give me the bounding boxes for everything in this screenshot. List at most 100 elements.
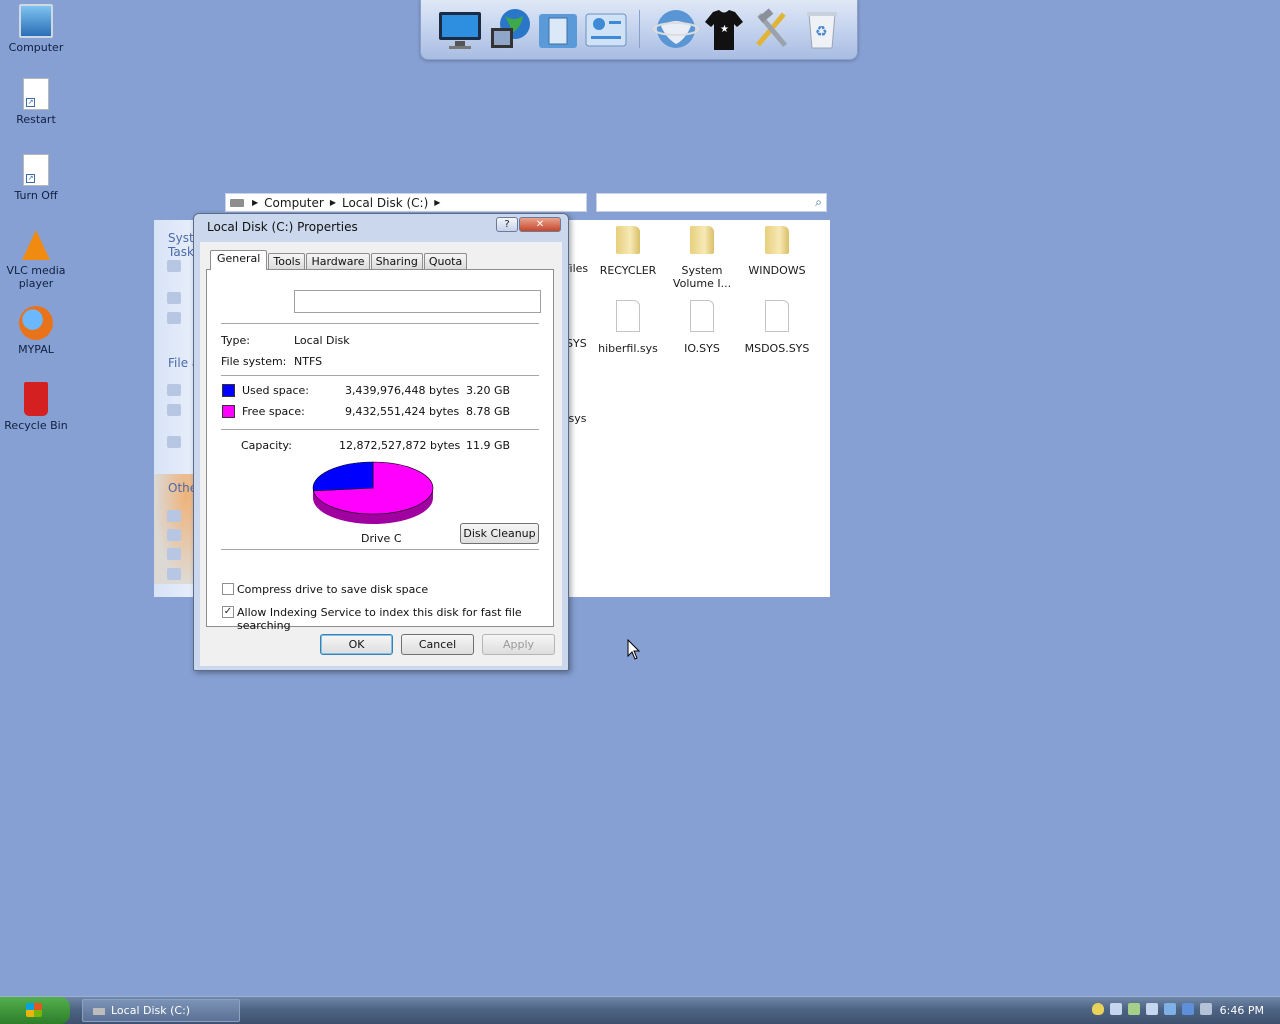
vlc-cone-icon	[22, 230, 50, 260]
folder-icon	[616, 226, 640, 254]
folder-icon	[690, 226, 714, 254]
tshirt-icon[interactable]: ★	[701, 6, 747, 52]
free-space-gb: 8.78 GB	[466, 405, 511, 418]
address-bar[interactable]: ▶ Computer ▶ Local Disk (C:) ▶	[225, 193, 587, 212]
divider	[221, 323, 539, 324]
tab-quota[interactable]: Quota	[423, 253, 468, 270]
keyboard-icon[interactable]	[1200, 1003, 1212, 1015]
tab-tools[interactable]: Tools	[268, 253, 306, 270]
free-space-label: Free space:	[242, 405, 305, 418]
tab-strip: General Tools Hardware Sharing Quota	[210, 250, 468, 270]
desktop-icon-mypal[interactable]: MYPAL	[4, 306, 68, 356]
shortcut-document-icon: ↗	[23, 78, 49, 110]
clock[interactable]: 6:46 PM	[1220, 1004, 1264, 1017]
drive-icon	[230, 198, 244, 207]
partial-label: SYS	[566, 337, 587, 350]
task-icon	[167, 529, 181, 541]
browser-icon	[19, 306, 53, 340]
file-item-msdos-sys[interactable]: MSDOS.SYS	[735, 300, 819, 355]
task-icon	[167, 404, 181, 416]
disk-cleanup-button[interactable]: Disk Cleanup	[460, 523, 539, 544]
apply-button: Apply	[482, 634, 555, 655]
desktop-icon-turn-off[interactable]: ↗ Turn Off	[4, 154, 68, 202]
svg-text:♻: ♻	[815, 24, 828, 40]
file-item-io-sys[interactable]: IO.SYS	[660, 300, 744, 355]
disk-usage-pie	[312, 461, 434, 524]
ok-button[interactable]: OK	[320, 634, 393, 655]
cancel-button[interactable]: Cancel	[401, 634, 474, 655]
device-icon[interactable]	[1146, 1003, 1158, 1015]
used-space-bytes: 3,439,976,448 bytes	[345, 384, 460, 397]
file-item-hiberfil[interactable]: hiberfil.sys	[586, 300, 670, 355]
divider	[221, 429, 539, 430]
display-icon[interactable]	[1164, 1003, 1176, 1015]
drive-icon	[93, 1008, 105, 1015]
drive-label: Drive C	[361, 532, 402, 545]
tools-icon[interactable]	[749, 6, 795, 52]
properties-dialog: Local Disk (C:) Properties ? ✕ General T…	[193, 213, 569, 671]
document-icon[interactable]	[535, 6, 581, 52]
free-space-swatch	[222, 405, 235, 418]
capacity-gb: 11.9 GB	[466, 439, 511, 452]
type-value: Local Disk	[294, 334, 350, 347]
divider	[221, 549, 539, 550]
volume-icon[interactable]	[1182, 1003, 1194, 1015]
desktop-icon-vlc[interactable]: VLC media player	[4, 230, 68, 290]
computer-icon	[19, 4, 53, 38]
pie-used-slice	[312, 461, 374, 492]
monitor-icon[interactable]	[437, 6, 483, 52]
network-globe-icon[interactable]	[653, 6, 699, 52]
top-dock: ★ ♻	[420, 0, 858, 60]
breadcrumb-arrow-icon[interactable]: ▶	[250, 198, 260, 207]
used-space-gb: 3.20 GB	[466, 384, 511, 397]
tab-general[interactable]: General	[210, 250, 268, 270]
globe-icon[interactable]	[487, 6, 533, 52]
compress-label[interactable]: Compress drive to save disk space	[237, 583, 428, 596]
indexing-checkbox[interactable]: ✓	[222, 606, 234, 618]
file-item-windows[interactable]: WINDOWS	[735, 226, 819, 277]
search-input[interactable]: ⌕	[596, 193, 827, 212]
shield-icon[interactable]	[1092, 1003, 1104, 1015]
desktop-icon-restart[interactable]: ↗ Restart	[4, 78, 68, 126]
file-item-system-volume[interactable]: System Volume I...	[660, 226, 744, 290]
file-item-recycler[interactable]: RECYCLER	[586, 226, 670, 277]
search-icon[interactable]: ⌕	[815, 195, 822, 210]
breadcrumb-computer[interactable]: Computer	[260, 196, 328, 210]
shortcut-document-icon: ↗	[23, 154, 49, 186]
network-icon[interactable]	[1110, 1003, 1122, 1015]
desktop-icon-recycle-bin[interactable]: Recycle Bin	[4, 382, 68, 432]
general-tab-page: Type: Local Disk File system: NTFS Used …	[206, 269, 554, 632]
used-space-swatch	[222, 384, 235, 397]
recycle-bin-icon	[24, 382, 48, 416]
help-button[interactable]: ?	[496, 217, 518, 232]
dock-separator	[639, 10, 640, 48]
sync-icon[interactable]	[1128, 1003, 1140, 1015]
divider	[221, 375, 539, 376]
settings-panel-icon[interactable]	[583, 6, 629, 52]
file-system-value: NTFS	[294, 355, 323, 368]
breadcrumb-local-disk[interactable]: Local Disk (C:)	[338, 196, 432, 210]
close-button[interactable]: ✕	[519, 217, 561, 232]
windows-logo-icon	[26, 1003, 42, 1017]
system-tray: 6:46 PM	[1088, 997, 1280, 1024]
taskbar-item-local-disk[interactable]: Local Disk (C:)	[82, 999, 240, 1022]
task-icon	[167, 260, 181, 272]
breadcrumb-arrow-icon[interactable]: ▶	[328, 198, 338, 207]
task-icon	[167, 548, 181, 560]
breadcrumb-arrow-icon[interactable]: ▶	[432, 198, 442, 207]
task-icon	[167, 568, 181, 580]
dialog-title: Local Disk (C:) Properties	[207, 220, 358, 234]
svg-text:★: ★	[720, 24, 729, 35]
capacity-bytes: 12,872,527,872 bytes	[339, 439, 461, 452]
start-button[interactable]	[0, 997, 70, 1024]
recycle-icon[interactable]: ♻	[799, 6, 845, 52]
task-icon	[167, 510, 181, 522]
free-space-bytes: 9,432,551,424 bytes	[345, 405, 460, 418]
type-label: Type:	[221, 334, 250, 347]
desktop-icon-computer[interactable]: Computer	[4, 4, 68, 54]
compress-checkbox[interactable]	[222, 583, 234, 595]
tab-hardware[interactable]: Hardware	[306, 253, 370, 270]
volume-name-input[interactable]	[294, 290, 541, 313]
indexing-label[interactable]: Allow Indexing Service to index this dis…	[237, 606, 553, 632]
tab-sharing[interactable]: Sharing	[370, 253, 423, 270]
